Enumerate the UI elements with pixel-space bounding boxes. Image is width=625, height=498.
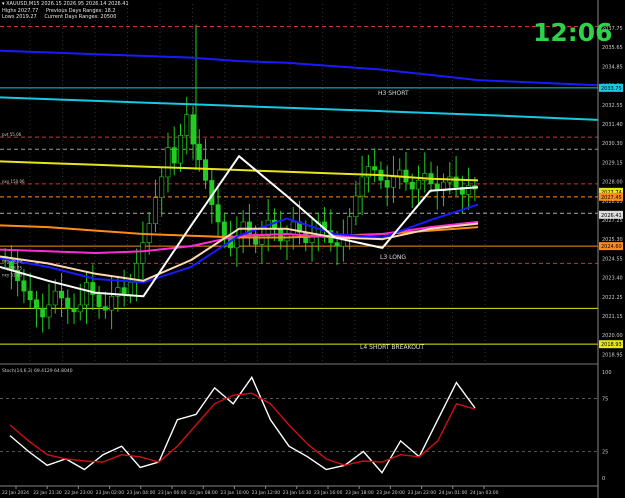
candle-body xyxy=(384,180,390,188)
candle-body xyxy=(152,197,158,224)
candle-body xyxy=(127,282,133,295)
stoch-tick-label: 25 xyxy=(602,450,608,456)
time-tick-label: 23 Jan 14:30 xyxy=(283,490,312,496)
candle-body xyxy=(215,204,221,223)
time-tick-label: 23 Jan 16:00 xyxy=(314,490,343,496)
time-tick-label: 23 Jan 18:00 xyxy=(345,490,374,496)
level-side-label: nxy 150.06 xyxy=(2,179,25,184)
time-tick-label: 23 Jan 02:00 xyxy=(96,490,125,496)
candle-body xyxy=(290,221,296,235)
price-label: 2026.41 xyxy=(601,213,622,219)
level-side-label: nxy 78.09 xyxy=(2,258,22,263)
candle-body xyxy=(52,290,58,306)
candle-body xyxy=(178,135,183,164)
price-tick-label: 2023.40 xyxy=(602,276,623,282)
stoch-tick-label: 0 xyxy=(602,476,605,482)
candle-body xyxy=(121,287,127,295)
time-tick-label: 23 Jan 04:00 xyxy=(127,490,156,496)
candle-body xyxy=(33,299,39,309)
candle-body xyxy=(390,176,396,188)
candle-body xyxy=(77,304,83,313)
candle-body xyxy=(190,114,196,145)
candle-body xyxy=(359,176,365,197)
price-tick-label: 2027.25 xyxy=(602,218,623,224)
level-side-label: pvt 55.06 xyxy=(2,132,22,137)
price-tick-label: 2029.15 xyxy=(602,160,623,166)
candle-body xyxy=(102,306,108,311)
time-tick-label: 23 Jan 22:00 xyxy=(408,490,437,496)
candle-body xyxy=(416,180,421,190)
candle-body xyxy=(453,176,459,188)
price-label: 2024.60 xyxy=(601,244,622,250)
level-annotation: L4 SHORT BREAKOUT xyxy=(360,344,424,351)
candle-body xyxy=(203,159,209,181)
candle-body xyxy=(221,221,227,237)
candle-body xyxy=(159,176,165,199)
price-tick-label: 2021.15 xyxy=(602,314,623,320)
info-lows: Lows 2019.27 xyxy=(2,14,37,20)
price-tick-label: 2034.85 xyxy=(602,64,623,70)
level-annotation: H3 SHORT xyxy=(378,90,409,97)
candle-body xyxy=(59,290,64,299)
price-label: 2027.45 xyxy=(601,195,622,201)
time-tick-label: 22 Jan 21:30 xyxy=(33,490,62,496)
level-annotation: L3 LONG xyxy=(380,254,406,261)
price-label: 2033.75 xyxy=(601,86,622,92)
time-tick-label: 24 Jan 01:00 xyxy=(439,490,468,496)
candle-body xyxy=(65,297,71,309)
price-tick-label: 2024.55 xyxy=(602,256,623,262)
price-tick-label: 2031.40 xyxy=(602,122,623,128)
stoch-title: Stoch(14,6,3) 69.4129 64.8040 xyxy=(2,368,73,374)
stoch-tick-label: 75 xyxy=(602,397,608,403)
chart-tab-icon: ▾ xyxy=(2,1,5,7)
candle-body xyxy=(165,147,171,178)
price-tick-label: 2030.30 xyxy=(602,141,623,147)
candle-body xyxy=(84,282,90,306)
price-label: 2018.93 xyxy=(601,342,622,348)
chart-canvas: pvt 55.06 nxy 150.06 nxy 78.09 nxy 58.75 nxy… xyxy=(0,0,625,498)
price-tick-label: 2032.55 xyxy=(602,103,623,109)
clock-display: 12:06 xyxy=(533,18,613,47)
candle-body xyxy=(196,143,202,160)
time-tick-label: 22 Jan 23:00 xyxy=(64,490,93,496)
candle-body xyxy=(334,242,340,247)
candle-body xyxy=(96,294,102,307)
info-line-2: Lows 2019.27 Current Days Ranges: 20500 xyxy=(2,14,116,20)
level-side-label: nxy 58.75 xyxy=(2,265,22,270)
price-tick-label: 2022.25 xyxy=(602,295,623,301)
time-tick-label: 23 Jan 12:00 xyxy=(252,490,281,496)
candle-body xyxy=(71,308,77,313)
candle-body xyxy=(27,290,33,301)
time-tick-label: 22 Jan 2024 xyxy=(2,490,29,496)
symbol-header: ▾ XAUUSD,M15 2026.15 2026.95 2026.14 202… xyxy=(2,1,129,7)
candle-body xyxy=(184,114,190,136)
symbol-timeframe: XAUUSD,M15 xyxy=(6,1,40,7)
price-tick-label: 2020.00 xyxy=(602,333,623,339)
price-tick-label: 2018.95 xyxy=(602,352,623,358)
ohlc-values: 2026.15 2026.95 2026.14 2026.41 xyxy=(41,1,129,7)
time-tick-label: 23 Jan 08:00 xyxy=(189,490,218,496)
price-tick-label: 2028.00 xyxy=(602,180,623,186)
info-cur-range: Current Days Ranges: 20500 xyxy=(44,14,117,20)
candle-body xyxy=(372,166,378,171)
candle-body xyxy=(21,280,27,292)
candle-body xyxy=(46,304,52,318)
time-tick-label: 23 Jan 20:00 xyxy=(376,490,405,496)
level-side-label: nxy 51.00 xyxy=(2,272,22,277)
time-tick-label: 23 Jan 06:00 xyxy=(158,490,187,496)
candle-body xyxy=(409,181,415,190)
candle-body xyxy=(140,242,146,264)
candle-body xyxy=(109,295,115,311)
candle-body xyxy=(171,147,177,164)
candle-body xyxy=(40,308,46,318)
time-tick-label: 24 Jan 03:00 xyxy=(470,490,499,496)
candle-body xyxy=(353,195,359,218)
time-tick-label: 23 Jan 10:00 xyxy=(220,490,249,496)
stoch-tick-label: 100 xyxy=(602,370,612,376)
